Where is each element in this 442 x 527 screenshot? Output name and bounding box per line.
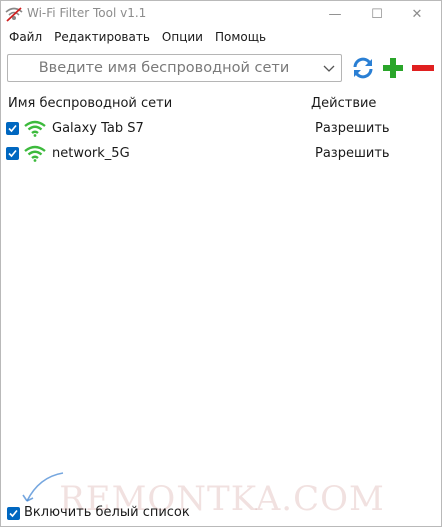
whitelist-label[interactable]: Включить белый список xyxy=(24,505,190,520)
row-ssid: Galaxy Tab S7 xyxy=(52,121,144,136)
close-button[interactable]: ✕ xyxy=(397,1,437,27)
row-ssid: network_5G xyxy=(52,146,130,161)
window-title: Wi-Fi Filter Tool v1.1 xyxy=(27,6,147,20)
table-row[interactable]: network_5G Разрешить xyxy=(1,143,441,167)
row-action[interactable]: Разрешить xyxy=(315,146,390,161)
menu-bar: Файл Редактировать Опции Помощь xyxy=(1,27,441,47)
checkmark-icon xyxy=(8,124,17,133)
wifi-signal-icon xyxy=(24,120,46,137)
wifi-filter-app-icon xyxy=(5,7,23,22)
wifi-signal-icon xyxy=(24,145,46,162)
checkmark-icon xyxy=(9,509,18,518)
column-header-action[interactable]: Действие xyxy=(311,96,376,111)
maximize-button[interactable]: ☐ xyxy=(357,1,397,27)
ssid-combobox-placeholder: Введите имя беспроводной сети xyxy=(38,60,290,76)
minimize-button[interactable]: — xyxy=(315,1,355,27)
row-action[interactable]: Разрешить xyxy=(315,121,390,136)
ssid-combobox[interactable]: Введите имя беспроводной сети xyxy=(7,54,342,82)
minus-icon[interactable] xyxy=(411,56,435,80)
refresh-icon[interactable] xyxy=(351,56,375,80)
plus-icon[interactable] xyxy=(381,56,405,80)
checkmark-icon xyxy=(8,149,17,158)
chevron-down-icon[interactable] xyxy=(323,63,335,73)
app-window: Wi-Fi Filter Tool v1.1 — ☐ ✕ Файл Редакт… xyxy=(0,0,442,527)
title-bar: Wi-Fi Filter Tool v1.1 — ☐ ✕ xyxy=(1,1,441,27)
menu-options[interactable]: Опции xyxy=(162,30,203,44)
menu-file[interactable]: Файл xyxy=(9,30,42,44)
row-checkbox[interactable] xyxy=(6,122,19,135)
menu-edit[interactable]: Редактировать xyxy=(54,30,150,44)
menu-help[interactable]: Помощь xyxy=(215,30,266,44)
whitelist-checkbox[interactable] xyxy=(7,507,20,520)
table-row[interactable]: Galaxy Tab S7 Разрешить xyxy=(1,118,441,142)
column-header-ssid[interactable]: Имя беспроводной сети xyxy=(8,96,172,111)
row-checkbox[interactable] xyxy=(6,147,19,160)
